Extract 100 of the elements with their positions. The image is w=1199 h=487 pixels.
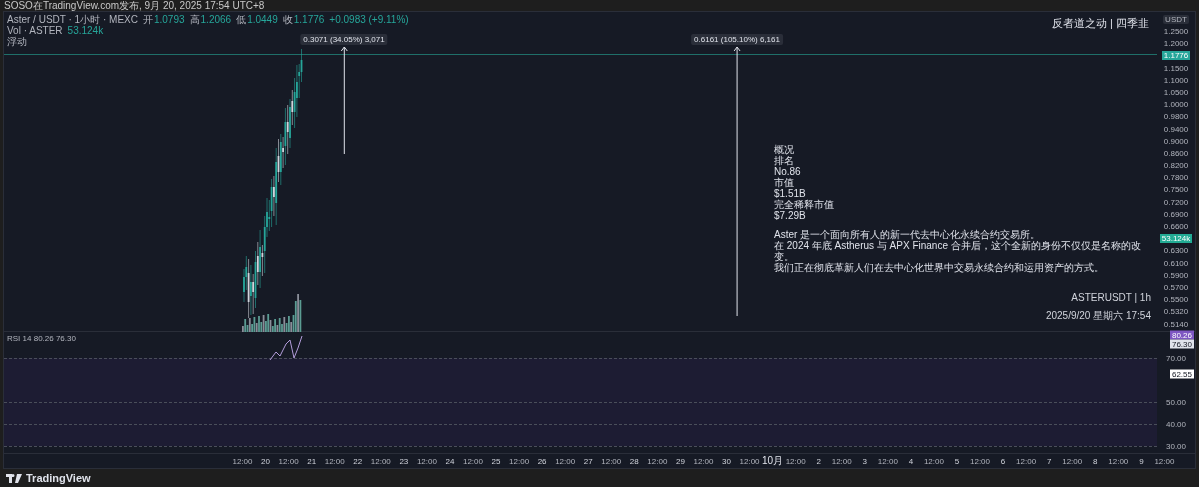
time-tick: 12:00 <box>231 456 254 466</box>
price-change: +0.0983 (+9.11%) <box>329 14 409 25</box>
price-tick: 0.5700 <box>1163 282 1189 292</box>
price-tick: 0.8600 <box>1163 148 1189 158</box>
measure-arrow[interactable] <box>733 46 741 316</box>
measure-arrow[interactable] <box>340 46 348 154</box>
price-tick: 0.7800 <box>1163 173 1189 183</box>
time-tick: 12:00 <box>508 456 531 466</box>
rsi-tick: 30.00 <box>1165 441 1187 451</box>
rsi-tick: 50.00 <box>1165 397 1187 407</box>
price-tick: 0.6100 <box>1163 258 1189 268</box>
time-tick: 24 <box>444 456 456 466</box>
symbol-caption: ASTERUSDT | 1h <box>1071 291 1151 303</box>
time-tick: 12:00 <box>876 456 899 466</box>
time-tick: 9 <box>1138 456 1145 466</box>
time-tick: 5 <box>953 456 961 466</box>
time-tick: 12:00 <box>461 456 484 466</box>
measure-label: 0.6161 (105.10%) 6,161 <box>691 34 783 45</box>
price-tick: 0.5140 <box>1163 319 1189 329</box>
logo-icon <box>6 473 22 483</box>
time-tick: 29 <box>674 456 686 466</box>
price-tick: 1.0000 <box>1163 100 1189 110</box>
time-tick: 20 <box>260 456 271 466</box>
rsi-badge: 62.55 <box>1169 370 1194 379</box>
time-tick: 4 <box>907 456 915 466</box>
time-tick: 3 <box>861 456 868 466</box>
price-tick: 0.9400 <box>1163 124 1189 134</box>
price-tick: 0.7200 <box>1163 197 1189 207</box>
time-tick: 12:00 <box>738 456 761 466</box>
price-tick: 0.5320 <box>1163 307 1189 317</box>
volume-label: Vol · ASTER <box>7 25 63 36</box>
time-tick: 21 <box>306 456 318 466</box>
time-tick: 12:00 <box>784 456 807 466</box>
price-tick: 1.1000 <box>1163 75 1189 85</box>
time-tick: 30 <box>721 456 732 466</box>
time-tick: 22 <box>352 456 364 466</box>
time-tick: 12:00 <box>600 456 623 466</box>
time-tick: 12:00 <box>969 456 992 466</box>
description-line: 在 2024 年底 Astherus 与 APX Finance 合并后，这个全新的身份不仅仅是名称的改变。 <box>774 240 1142 262</box>
volume-value: 53.124k <box>67 25 104 36</box>
rsi-tick: 40.00 <box>1165 419 1187 429</box>
currency-button[interactable]: USDT <box>1163 15 1189 24</box>
time-tick: 6 <box>999 456 1007 466</box>
time-tick: 23 <box>398 456 410 466</box>
price-tick: 0.6300 <box>1163 246 1189 256</box>
time-tick: 12:00 <box>1153 456 1176 466</box>
info-line: 市值 <box>774 177 795 188</box>
time-tick: 12:00 <box>646 456 669 466</box>
price-tick: 0.7500 <box>1163 185 1189 195</box>
price-tick: 0.5500 <box>1163 295 1189 305</box>
info-line: 完全稀释市值 <box>774 199 835 210</box>
info-line: $7.29B <box>774 210 807 221</box>
time-tick: 12:00 <box>1015 456 1038 466</box>
info-line: 概况 <box>774 144 795 155</box>
rsi-legend: RSI 14 80.26 76.30 <box>7 333 76 343</box>
ohlc-value: 高1.2066 <box>189 14 232 25</box>
time-tick: 7 <box>1045 456 1053 466</box>
price-tick: 0.5900 <box>1163 270 1189 280</box>
time-tick: 25 <box>490 456 502 466</box>
ohlc-value: 低1.0449 <box>236 14 278 25</box>
rsi-badge: 80.26 <box>1169 330 1194 340</box>
price-tick: 0.9000 <box>1163 136 1189 146</box>
time-tick: 12:00 <box>1061 456 1084 466</box>
time-tick: 12:00 <box>369 456 392 466</box>
price-tick: 1.1500 <box>1163 63 1189 73</box>
time-tick: 8 <box>1092 456 1099 466</box>
price-tick: 1.2500 <box>1163 27 1189 36</box>
time-tick: 12:00 <box>323 456 346 466</box>
measure-label: 0.3071 (34.05%) 3,071 <box>300 34 388 45</box>
description-line: Aster 是一个面向所有人的新一代去中心化永续合约交易所。 <box>774 229 1042 240</box>
info-line: $1.51B <box>774 188 807 199</box>
author-signature: 反者道之动 | 四季韭 <box>1052 16 1149 31</box>
info-line: 排名 <box>774 155 795 166</box>
brand-name: TradingView <box>26 472 91 484</box>
time-tick: 12:00 <box>692 456 715 466</box>
time-tick: 26 <box>536 456 548 466</box>
price-tick: 0.8200 <box>1163 161 1189 171</box>
price-tick: 1.0500 <box>1163 87 1189 97</box>
publish-info: SOSO在TradingView.com发布, 9月 20, 2025 17:54 UTC+8 <box>4 0 265 11</box>
time-tick: 2 <box>815 456 822 466</box>
volume-badge: 53.124k <box>1159 234 1193 244</box>
ohlc-value: 开1.0793 <box>142 14 185 25</box>
price-tick: 0.6900 <box>1163 209 1189 219</box>
time-tick: 12:00 <box>415 456 438 466</box>
time-tick: 12:00 <box>830 456 853 466</box>
last-price-badge: 1.1776 <box>1161 51 1191 61</box>
time-tick: 28 <box>628 456 640 466</box>
description-line: 我们正在彻底革新人们在去中心化世界中交易永续合约和运用资产的方式。 <box>774 262 1105 273</box>
time-tick: 10月 <box>761 454 785 468</box>
time-tick: 12:00 <box>922 456 945 466</box>
time-tick: 12:00 <box>277 456 300 466</box>
time-tick: 12:00 <box>554 456 577 466</box>
date-caption: 2025/9/20 星期六 17:54 <box>1045 308 1151 323</box>
price-tick: 1.2000 <box>1163 39 1189 49</box>
rsi-tick: 70.00 <box>1165 353 1187 363</box>
time-tick: 27 <box>582 456 594 466</box>
time-tick: 12:00 <box>1107 456 1130 466</box>
rsi-badge: 76.30 <box>1169 339 1194 349</box>
ohlc-value: 收1.1776 <box>282 14 325 25</box>
price-tick: 0.6600 <box>1163 222 1189 231</box>
